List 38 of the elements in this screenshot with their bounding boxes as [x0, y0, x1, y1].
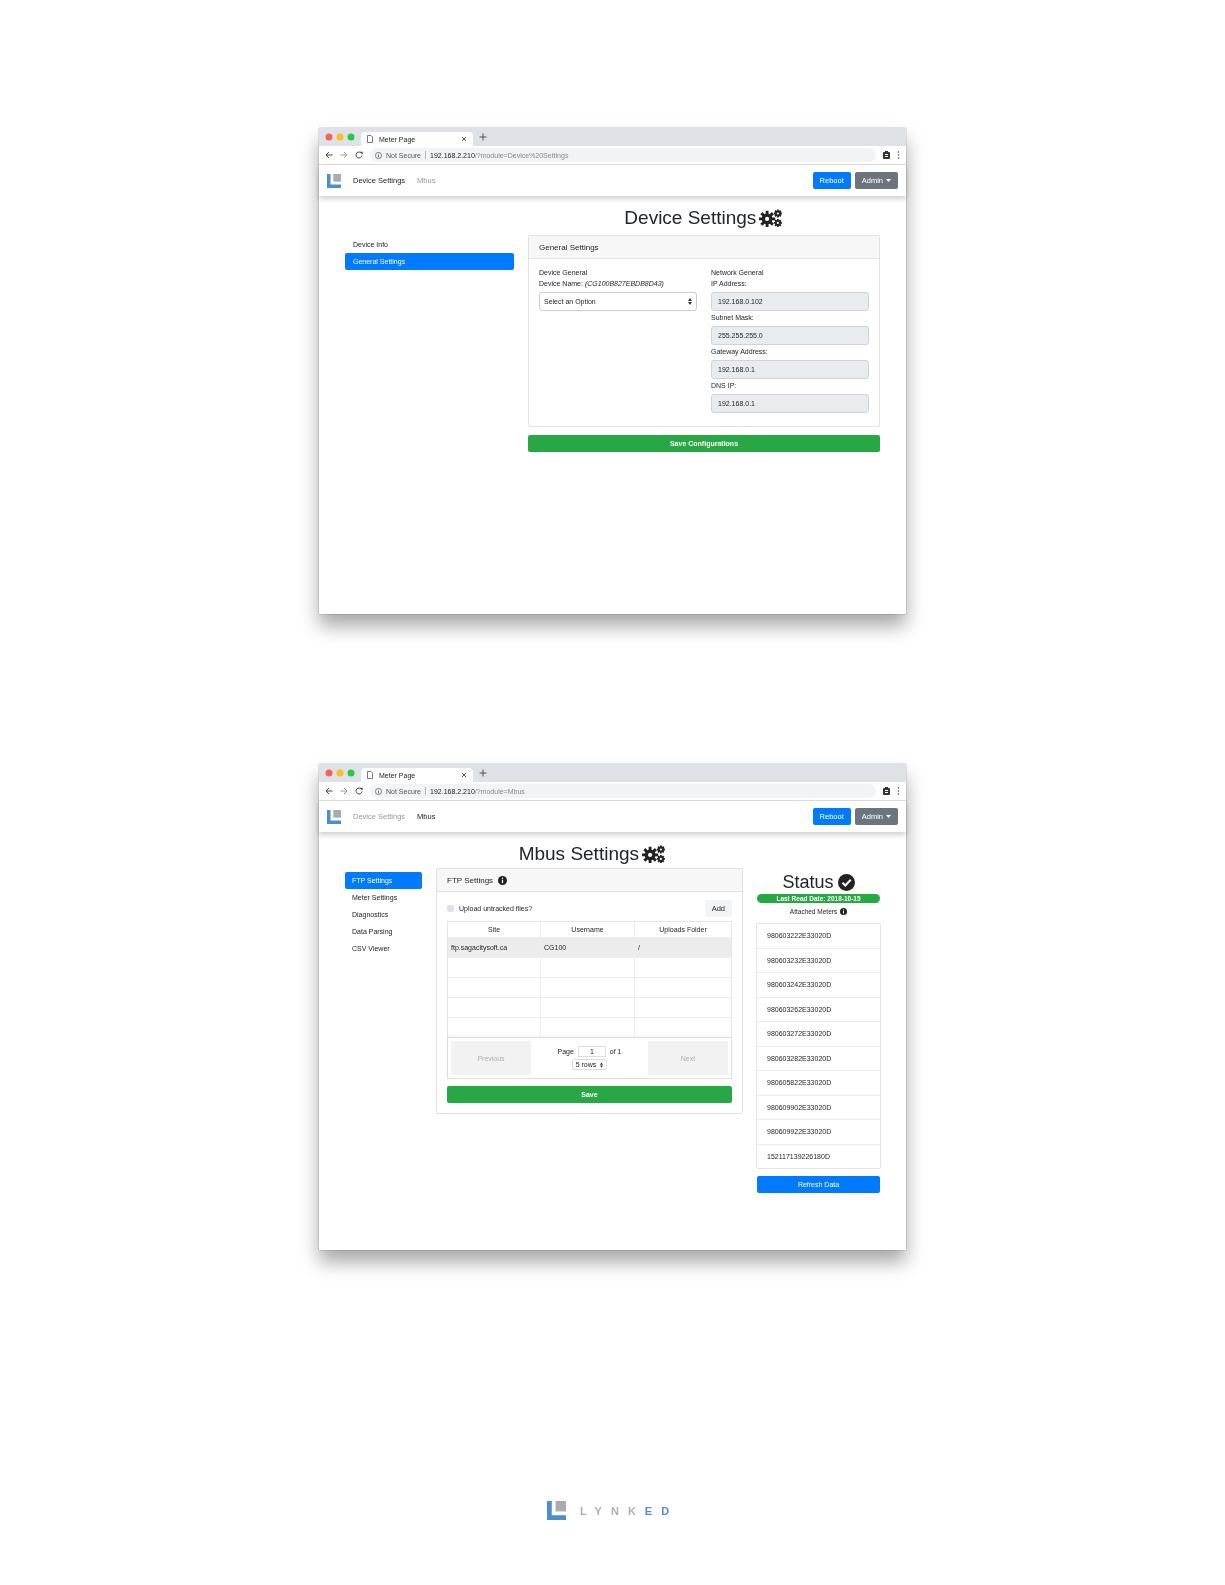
card-title: General Settings [539, 242, 599, 252]
sort-arrows-icon [688, 298, 692, 305]
info-icon [840, 908, 848, 915]
checkbox[interactable] [447, 905, 454, 912]
close-icon[interactable] [461, 136, 467, 142]
document-icon [367, 135, 373, 143]
caret-icon [886, 179, 891, 182]
status-title: Status [782, 872, 834, 893]
logo-icon [546, 1501, 566, 1520]
forward-icon[interactable] [340, 787, 348, 795]
new-tab-icon[interactable] [479, 769, 487, 777]
gears-icon [642, 845, 667, 863]
info-icon [498, 875, 508, 885]
page-title: Device Settings [624, 207, 757, 229]
more-icon[interactable] [897, 787, 900, 795]
logo-icon [327, 173, 341, 188]
logo-icon [327, 809, 341, 824]
window-controls-icon[interactable] [325, 133, 355, 141]
info-icon [375, 787, 382, 795]
reload-icon[interactable] [355, 787, 363, 795]
page-title: Mbus Settings [518, 843, 640, 865]
close-icon[interactable] [461, 772, 467, 778]
document-icon [367, 771, 373, 779]
sort-arrows-icon [600, 1061, 604, 1068]
check-circle-icon [837, 874, 855, 891]
card-title: FTP Settings [447, 875, 494, 885]
more-icon[interactable] [897, 151, 900, 159]
info-icon [375, 151, 382, 159]
back-icon[interactable] [325, 787, 333, 795]
caret-icon [886, 815, 891, 818]
gears-icon [759, 209, 784, 227]
new-tab-icon[interactable] [479, 133, 487, 141]
forward-icon[interactable] [340, 151, 348, 159]
back-icon[interactable] [325, 151, 333, 159]
reload-icon[interactable] [355, 151, 363, 159]
extension-icon[interactable] [883, 151, 890, 159]
extension-icon[interactable] [883, 787, 890, 795]
window-controls-icon[interactable] [325, 769, 355, 777]
